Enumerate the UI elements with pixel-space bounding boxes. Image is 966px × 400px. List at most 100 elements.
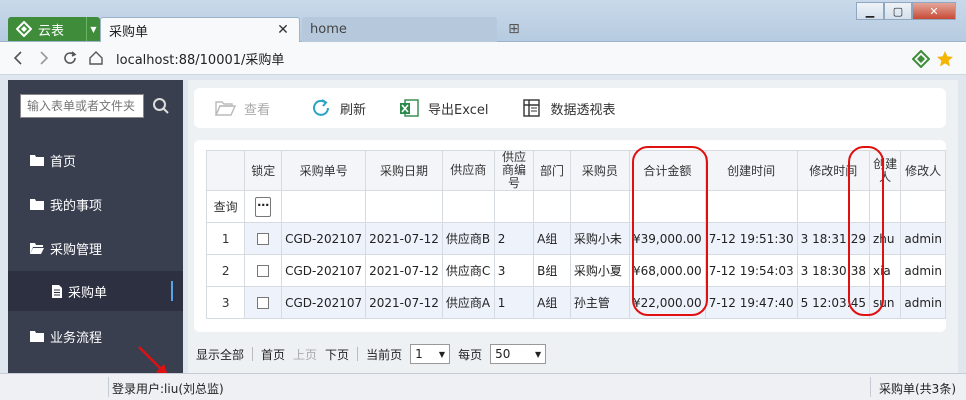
filter-cell[interactable] — [569, 190, 630, 223]
row-number: 3 — [205, 286, 246, 319]
per-page-select[interactable]: 50 ▼ — [490, 344, 547, 364]
column-header[interactable]: 采购员 — [569, 150, 630, 191]
sidebar-search — [20, 94, 170, 118]
lock-checkbox-cell[interactable] — [244, 286, 283, 319]
current-page-label: 当前页 — [366, 347, 403, 362]
column-header[interactable]: 锁定 — [244, 150, 283, 191]
filter-cell[interactable] — [704, 190, 798, 223]
refresh-button[interactable]: 刷新 — [310, 97, 366, 119]
sidebar-item-purchase-order[interactable]: 采购单 — [8, 271, 183, 311]
filter-row: 查询 ⋯ — [205, 190, 946, 223]
sidebar-item-my-tasks[interactable]: 我的事项 — [8, 184, 183, 224]
sidebar-item-purchase-management[interactable]: 采购管理 — [8, 228, 183, 268]
folder-icon — [30, 155, 44, 166]
sidebar: 首页 我的事项 采购管理 采购单 业务流程 — [8, 80, 183, 373]
export-label: 导出Excel — [428, 102, 489, 118]
cell-dept: A组 — [533, 286, 571, 319]
lock-checkbox[interactable] — [257, 265, 270, 277]
status-bar: 登录用户:liu(刘总监) 采购单(共3条) — [0, 373, 966, 400]
column-header[interactable]: 修改人 — [900, 150, 946, 191]
cell-date: 2021-07-12 — [365, 254, 443, 287]
table-row[interactable]: 3 CGD-202107 2021-07-12 供应商A 1 A组 孙主管 ¥2… — [205, 286, 946, 319]
lock-checkbox[interactable] — [257, 297, 270, 309]
filter-label: 查询 — [205, 190, 246, 223]
lock-checkbox-cell[interactable] — [244, 222, 283, 255]
cell-buyer: 孙主管 — [569, 286, 630, 319]
maximize-button[interactable]: ▢ — [884, 2, 912, 20]
pivot-table-button[interactable]: 数据透视表 — [520, 97, 615, 119]
tab-home[interactable]: home — [302, 17, 497, 42]
folder-open-icon — [214, 101, 236, 116]
current-page-select[interactable]: 1 ▼ — [410, 344, 451, 364]
column-header[interactable]: 修改时间 — [796, 150, 870, 191]
close-icon[interactable]: ✕ — [275, 22, 291, 38]
search-icon[interactable] — [152, 97, 170, 115]
cell-supplier: 供应商B — [441, 222, 495, 255]
chevron-down-icon[interactable]: ▼ — [86, 17, 100, 41]
filter-cell[interactable] — [796, 190, 870, 223]
filter-cell[interactable] — [365, 190, 443, 223]
cell-order-no: CGD-202107 — [281, 286, 367, 319]
filter-cell[interactable] — [628, 190, 706, 223]
more-options-icon[interactable]: ⋯ — [255, 196, 272, 217]
window-close-button[interactable]: ✕ — [912, 2, 956, 20]
cell-modifier: admin — [900, 254, 946, 287]
pivot-table-icon — [523, 99, 541, 117]
extension-icon[interactable] — [911, 49, 931, 71]
logged-in-user: 登录用户:liu(刘总监) — [112, 382, 224, 396]
filter-cell-lock[interactable]: ⋯ — [244, 190, 283, 223]
record-count: 采购单(共3条) — [879, 382, 956, 396]
column-header[interactable]: 合计金额 — [628, 150, 706, 191]
home-icon[interactable] — [84, 46, 108, 70]
column-header[interactable]: 供应商编号 — [493, 150, 535, 191]
search-input[interactable] — [20, 94, 144, 118]
active-indicator — [171, 281, 173, 301]
column-header[interactable]: 部门 — [533, 150, 571, 191]
view-label: 查看 — [244, 102, 271, 118]
column-header[interactable]: 创建时间 — [704, 150, 798, 191]
show-all-button[interactable]: 显示全部 — [196, 346, 244, 363]
lock-checkbox-cell[interactable] — [244, 254, 283, 287]
bookmark-star-icon[interactable] — [936, 50, 954, 71]
column-header[interactable]: 创建人 — [868, 150, 902, 191]
next-page-button[interactable]: 下页 — [325, 346, 349, 363]
sidebar-item-home[interactable]: 首页 — [8, 140, 183, 180]
column-header[interactable]: 采购单号 — [281, 150, 367, 191]
filter-cell[interactable] — [900, 190, 946, 223]
cell-amount: ¥39,000.00 — [628, 222, 706, 255]
sidebar-item-label: 我的事项 — [50, 198, 103, 214]
cell-creator: xia — [868, 254, 902, 287]
excel-icon — [400, 99, 419, 117]
back-icon[interactable] — [6, 46, 30, 70]
new-tab-icon[interactable]: ⊞ — [505, 21, 523, 37]
cell-supplier-no: 2 — [493, 222, 535, 255]
view-button[interactable]: 查看 — [214, 97, 270, 119]
reload-icon[interactable] — [58, 46, 82, 70]
filter-cell[interactable] — [441, 190, 495, 223]
cell-order-no: CGD-202107 — [281, 254, 367, 287]
filter-cell[interactable] — [533, 190, 571, 223]
table-row[interactable]: 2 CGD-202107 2021-07-12 供应商C 3 B组 采购小夏 ¥… — [205, 254, 946, 287]
data-grid-panel: 锁定 采购单号 采购日期 供应商 供应商编号 部门 采购员 合计金额 创建时间 … — [194, 140, 946, 332]
tab-label: 采购单 — [109, 24, 149, 40]
prev-page-button[interactable]: 上页 — [293, 346, 317, 363]
minimize-button[interactable]: ▁ — [856, 2, 884, 20]
tab-purchase-order[interactable]: 采购单 ✕ — [100, 17, 300, 42]
app-menu-button[interactable]: 云表 ▼ — [8, 17, 100, 41]
forward-icon[interactable] — [32, 46, 56, 70]
first-page-button[interactable]: 首页 — [261, 346, 285, 363]
row-number: 1 — [205, 222, 246, 255]
filter-cell[interactable] — [493, 190, 535, 223]
filter-cell[interactable] — [281, 190, 367, 223]
lock-checkbox[interactable] — [257, 233, 270, 245]
export-excel-button[interactable]: 导出Excel — [398, 97, 488, 119]
app-logo-icon — [14, 19, 34, 39]
column-header[interactable]: 采购日期 — [365, 150, 443, 191]
folder-open-icon — [30, 243, 44, 254]
filter-cell[interactable] — [868, 190, 902, 223]
column-header[interactable]: 供应商 — [441, 150, 495, 191]
cell-modifier: admin — [900, 222, 946, 255]
divider — [357, 347, 359, 361]
url-field[interactable]: localhost:88/10001/采购单 — [116, 49, 284, 68]
table-row[interactable]: 1 CGD-202107 2021-07-12 供应商B 2 A组 采购小未 ¥… — [205, 222, 946, 255]
